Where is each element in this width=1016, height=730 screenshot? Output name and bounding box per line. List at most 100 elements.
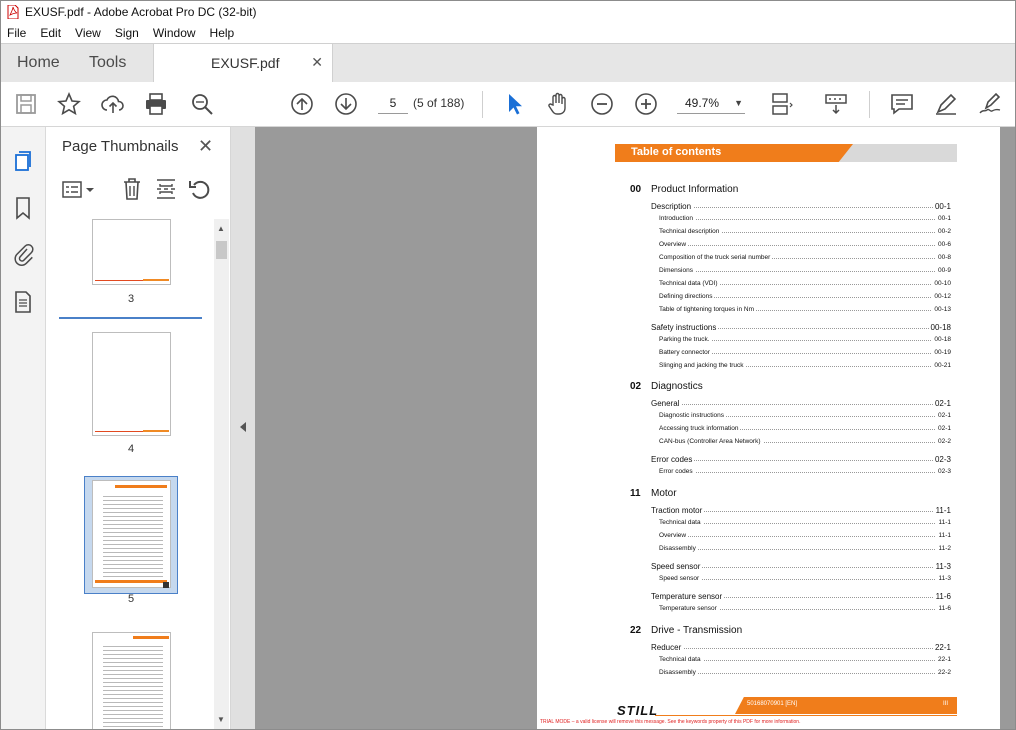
- zoom-select[interactable]: 49.7% ▼: [677, 92, 745, 114]
- share-cloud-icon[interactable]: [100, 91, 126, 117]
- toc-section[interactable]: 00 Product Information: [630, 184, 738, 195]
- thumbnail-page-3[interactable]: [92, 219, 171, 285]
- attachments-icon[interactable]: [10, 241, 36, 267]
- toc-section[interactable]: 11 Motor: [630, 488, 677, 499]
- toc-entry[interactable]: Technical data (VDI) 00-10: [659, 280, 951, 287]
- thumbnail-page-5[interactable]: [92, 480, 171, 588]
- page-content-icon[interactable]: [10, 289, 36, 315]
- tab-tools[interactable]: Tools: [89, 44, 126, 82]
- toc-subsection[interactable]: Traction motor 11-1: [651, 506, 951, 515]
- toc-entry[interactable]: Technical description 00-2: [659, 228, 951, 235]
- toc-entry-title: Dimensions: [659, 267, 695, 274]
- toc-entry[interactable]: Technical data 22-1: [659, 656, 951, 663]
- tab-home[interactable]: Home: [17, 44, 60, 82]
- toc-page-number: 00-2: [935, 228, 951, 235]
- toc-entry[interactable]: Overview 00-6: [659, 241, 951, 248]
- menu-view[interactable]: View: [75, 26, 101, 40]
- toc-subsection[interactable]: Speed sensor 11-3: [651, 562, 951, 571]
- fit-page-icon[interactable]: [769, 91, 795, 117]
- thumbnail-page-4[interactable]: [92, 332, 171, 436]
- rotate-page-icon[interactable]: [188, 177, 212, 201]
- toc-entry-title: Temperature sensor: [659, 605, 719, 612]
- panel-collapse-handle[interactable]: [231, 127, 255, 729]
- menu-bar: File Edit View Sign Window Help: [1, 23, 1015, 43]
- zoom-in-icon[interactable]: [633, 91, 659, 117]
- toc-subsection[interactable]: Description 00-1: [651, 202, 951, 211]
- toc-entry[interactable]: Slinging and jacking the truck 00-21: [659, 362, 951, 369]
- highlight-pen-icon[interactable]: [933, 91, 959, 117]
- toc-entry[interactable]: CAN-bus (Controller Area Network) 02-2: [659, 438, 951, 445]
- toc-entry[interactable]: Diagnostic instructions 02-1: [659, 412, 951, 419]
- collapse-arrow-icon: [240, 422, 246, 432]
- options-menu-icon[interactable]: [62, 179, 96, 201]
- toc-section[interactable]: 22 Drive - Transmission: [630, 625, 742, 636]
- menu-help[interactable]: Help: [210, 26, 235, 40]
- toc-entry[interactable]: Battery connector 00-19: [659, 349, 951, 356]
- close-tab-icon[interactable]: ✕: [311, 54, 323, 71]
- sign-icon[interactable]: [977, 91, 1003, 117]
- bookmarks-icon[interactable]: [10, 195, 36, 221]
- toc-entry[interactable]: Overview 11-1: [659, 532, 951, 539]
- toc-entry[interactable]: Defining directions 00-12: [659, 293, 951, 300]
- print-icon[interactable]: [143, 91, 169, 117]
- toc-subsection[interactable]: Reducer 22-1: [651, 643, 951, 652]
- page-down-icon[interactable]: [333, 91, 359, 117]
- tab-document[interactable]: EXUSF.pdf ✕: [153, 44, 333, 83]
- toc-entry-title: Slinging and jacking the truck: [659, 362, 746, 369]
- toc-entry[interactable]: Temperature sensor 11-6: [659, 605, 951, 612]
- toc-subsection[interactable]: General 02-1: [651, 399, 951, 408]
- menu-window[interactable]: Window: [153, 26, 196, 40]
- toc-subsection[interactable]: Error codes 02-3: [651, 455, 951, 464]
- toc-section[interactable]: 02 Diagnostics: [630, 381, 703, 392]
- toc-subsection-title: Error codes: [651, 455, 695, 464]
- scroll-mode-icon[interactable]: [823, 91, 849, 117]
- page-thumbnails-icon[interactable]: [10, 147, 36, 173]
- thumbnail-page-6[interactable]: [92, 632, 171, 729]
- toc-entry[interactable]: Composition of the truck serial number 00…: [659, 254, 951, 261]
- toc-entry[interactable]: Dimensions 00-9: [659, 267, 951, 274]
- toc-entry[interactable]: Technical data 11-1: [659, 519, 951, 526]
- page-number-input[interactable]: 5: [378, 92, 408, 114]
- select-pointer-icon[interactable]: [501, 91, 527, 117]
- bookmark-star-icon[interactable]: [56, 91, 82, 117]
- toc-entry-title: Disassembly: [659, 669, 698, 676]
- toc-subsection[interactable]: Temperature sensor 11-6: [651, 592, 951, 601]
- close-panel-icon[interactable]: ✕: [198, 136, 213, 157]
- toc-entry[interactable]: Accessing truck information 02-1: [659, 425, 951, 432]
- scroll-up-icon[interactable]: ▲: [217, 224, 225, 233]
- zoom-out-icon[interactable]: [589, 91, 615, 117]
- toc-section-number: 11: [630, 488, 641, 499]
- title-bar: EXUSF.pdf - Adobe Acrobat Pro DC (32-bit…: [1, 1, 1015, 23]
- hand-icon[interactable]: [545, 91, 571, 117]
- toc-subsection[interactable]: Safety instructions 00-18: [651, 323, 951, 332]
- toc-entry[interactable]: Disassembly 22-2: [659, 669, 951, 676]
- toc-entry[interactable]: Speed sensor 11-3: [659, 575, 951, 582]
- toc-page-number: 02-2: [935, 438, 951, 445]
- search-icon[interactable]: [189, 91, 215, 117]
- scroll-down-icon[interactable]: ▼: [217, 715, 225, 724]
- toc-entry[interactable]: Disassembly 11-2: [659, 545, 951, 552]
- toc-entry[interactable]: Error codes 02-3: [659, 468, 951, 475]
- toc-page-number: 00-1: [932, 202, 951, 211]
- toc-page-number: 00-9: [935, 267, 951, 274]
- extract-page-icon[interactable]: [154, 177, 178, 201]
- menu-sign[interactable]: Sign: [115, 26, 139, 40]
- thumbnail-scrollbar[interactable]: ▲ ▼: [214, 219, 229, 729]
- comment-icon[interactable]: [889, 91, 915, 117]
- menu-edit[interactable]: Edit: [40, 26, 61, 40]
- toc-entry-title: Composition of the truck serial number: [659, 254, 773, 261]
- toc-entry[interactable]: Table of tightening torques in Nm 00-13: [659, 306, 951, 313]
- scroll-thumb[interactable]: [216, 241, 227, 259]
- footer-page-number: III: [943, 701, 949, 707]
- save-icon[interactable]: [13, 91, 39, 117]
- document-page: Table of contents 00 Product Information D…: [537, 127, 1000, 729]
- delete-page-icon[interactable]: [121, 177, 143, 201]
- panel-title: Page Thumbnails: [62, 138, 179, 155]
- page-up-icon[interactable]: [289, 91, 315, 117]
- toc-section-title: Motor: [651, 488, 677, 499]
- menu-file[interactable]: File: [7, 26, 26, 40]
- toc-entry[interactable]: Introduction 00-1: [659, 215, 951, 222]
- document-viewer[interactable]: Table of contents 00 Product Information D…: [255, 127, 1015, 729]
- toc-page-number: 00-21: [932, 362, 951, 369]
- toc-entry[interactable]: Parking the truck. 00-18: [659, 336, 951, 343]
